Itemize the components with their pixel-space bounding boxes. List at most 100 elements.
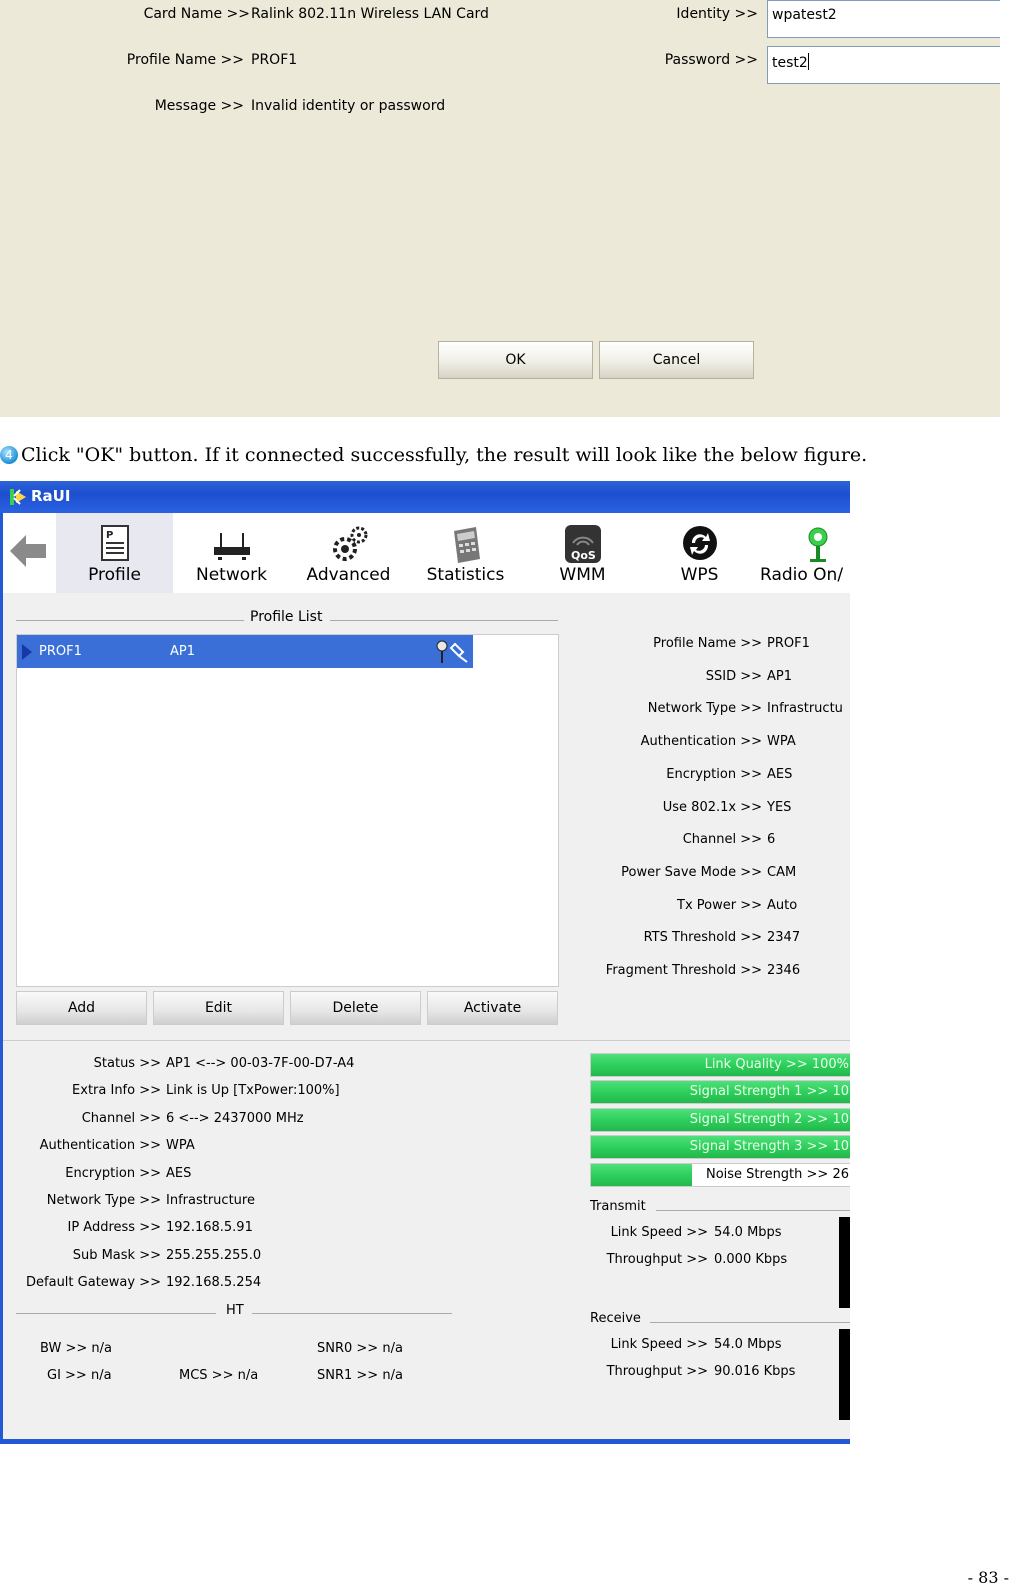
radio-antenna-icon (798, 523, 838, 565)
message-label: Message >> (154, 98, 244, 114)
raui-app-icon (8, 487, 28, 507)
divider (330, 620, 558, 621)
list-item[interactable]: PROF1 AP1 (17, 635, 473, 668)
profile-cell: PROF1 (39, 644, 82, 659)
detail-label: Fragment Threshold >> (605, 963, 762, 978)
status-label: Encryption >> (65, 1165, 161, 1181)
signal-bar: Signal Strength 1 >> 10 (590, 1080, 850, 1105)
detail-value: 2346 (767, 963, 801, 978)
ht-mcs: MCS >> n/a (179, 1368, 259, 1383)
cancel-button[interactable]: Cancel (599, 341, 754, 379)
detail-label: RTS Threshold >> (643, 930, 762, 946)
rx-link-speed-value: 54.0 Mbps (714, 1337, 782, 1352)
tab-radio-label: Radio On/ (760, 565, 844, 585)
status-value: WPA (166, 1138, 195, 1154)
network-icon (212, 523, 252, 565)
key-connected-icon (436, 640, 468, 663)
qos-icon: QoS (563, 523, 603, 565)
detail-label: Authentication >> (640, 734, 762, 750)
tab-statistics-label: Statistics (426, 565, 505, 585)
signal-bar: Signal Strength 2 >> 10 (590, 1107, 850, 1132)
profile-name-label: Profile Name >> (126, 52, 244, 68)
tab-advanced[interactable]: Advanced (290, 513, 407, 593)
password-value: test2 (772, 55, 808, 71)
signal-bar-label: Signal Strength 2 >> 10 (689, 1111, 849, 1127)
step-number-icon: 4 (0, 446, 18, 464)
status-value: 192.168.5.91 (166, 1220, 253, 1236)
detail-value: PROF1 (767, 636, 810, 651)
detail-label: Encryption >> (666, 766, 762, 782)
detail-value: CAM (767, 864, 797, 880)
message-value: Invalid identity or password (251, 98, 446, 114)
status-label: Extra Info >> (72, 1083, 161, 1099)
profile-icon: P (95, 523, 135, 565)
detail-label: Network Type >> (647, 701, 762, 717)
divider (252, 1313, 452, 1314)
activate-button[interactable]: Activate (427, 991, 558, 1025)
status-label: IP Address >> (67, 1220, 162, 1236)
detail-value: Infrastructu (767, 701, 843, 717)
add-button[interactable]: Add (16, 991, 147, 1025)
identity-input[interactable]: wpatest2 (767, 0, 1000, 38)
ht-title: HT (226, 1303, 244, 1318)
profile-list[interactable]: PROF1 AP1 (16, 634, 559, 987)
detail-value: 2347 (767, 930, 801, 946)
svg-text:P: P (106, 530, 113, 541)
tab-profile-label: Profile (88, 565, 141, 585)
transmit-title: Transmit (590, 1199, 646, 1214)
detail-label: Tx Power >> (677, 897, 762, 913)
rx-link-speed-label: Link Speed >> (610, 1337, 708, 1352)
title-bar: RaUI (0, 481, 850, 513)
tx-graph (839, 1217, 850, 1308)
divider (16, 1313, 216, 1314)
tx-link-speed-label: Link Speed >> (610, 1225, 708, 1240)
profile-name-value: PROF1 (251, 52, 298, 68)
tab-profile[interactable]: P Profile (56, 513, 173, 593)
detail-label: Channel >> (682, 832, 762, 848)
password-label: Password >> (664, 52, 758, 68)
status-label: Channel >> (81, 1110, 161, 1126)
tab-wps[interactable]: WPS (641, 513, 758, 593)
ht-bw: BW >> n/a (40, 1341, 112, 1356)
ok-button[interactable]: OK (438, 341, 593, 379)
signal-bar-label: Signal Strength 1 >> 10 (689, 1084, 849, 1100)
edit-button[interactable]: Edit (153, 991, 284, 1025)
divider (16, 620, 244, 621)
tab-network[interactable]: Network (173, 513, 290, 593)
signal-bar-label: Noise Strength >> 26 (705, 1166, 849, 1182)
back-arrow-icon[interactable] (8, 531, 48, 571)
wps-icon (680, 523, 720, 565)
ssid-cell: AP1 (170, 644, 196, 659)
ht-snr0: SNR0 >> n/a (317, 1341, 403, 1356)
ht-snr1: SNR1 >> n/a (317, 1368, 403, 1383)
detail-label: Use 802.1x >> (662, 799, 762, 815)
status-value: AES (166, 1165, 192, 1181)
signal-bar: Link Quality >> 100% (590, 1053, 850, 1077)
divider (0, 1040, 850, 1041)
status-label: Default Gateway >> (26, 1275, 161, 1291)
tab-wmm[interactable]: QoS WMM (524, 513, 641, 593)
status-label: Status >> (93, 1056, 161, 1071)
detail-value: YES (767, 799, 792, 815)
raui-window: RaUI P Profile Network Advanced Statisti… (0, 481, 850, 1444)
password-input[interactable]: test2 (767, 46, 1000, 84)
window-border-bottom (0, 1439, 850, 1444)
divider (650, 1322, 850, 1323)
calculator-icon (446, 523, 486, 565)
receive-title: Receive (590, 1311, 641, 1326)
text-cursor (807, 53, 809, 70)
rx-throughput-value: 90.016 Kbps (714, 1364, 796, 1379)
status-value: Infrastructure (166, 1193, 255, 1208)
signal-bar-fill (591, 1163, 693, 1186)
status-label: Authentication >> (39, 1138, 161, 1154)
tab-radio[interactable]: Radio On/ (758, 513, 850, 593)
detail-value: 6 (767, 832, 776, 848)
tx-link-speed-value: 54.0 Mbps (714, 1225, 782, 1240)
delete-button[interactable]: Delete (290, 991, 421, 1025)
rx-graph (839, 1329, 850, 1420)
tab-network-label: Network (196, 565, 267, 585)
svg-text:QoS: QoS (571, 549, 596, 562)
caption-text: Click "OK" button. If it connected succe… (21, 444, 868, 466)
tab-statistics[interactable]: Statistics (407, 513, 524, 593)
card-name-label: Card Name >> (143, 6, 250, 22)
